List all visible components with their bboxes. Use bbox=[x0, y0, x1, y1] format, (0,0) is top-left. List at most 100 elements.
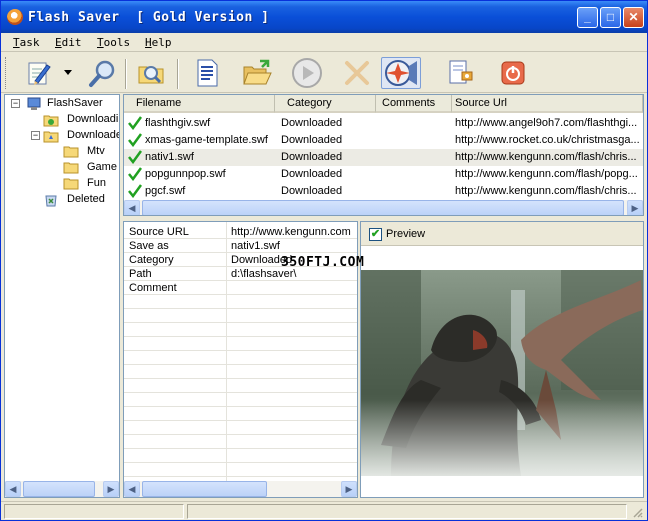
empty-row bbox=[124, 407, 357, 421]
tree-label-downloaded: Downloade bbox=[67, 129, 120, 141]
play-icon[interactable] bbox=[291, 57, 323, 89]
scroll-left-icon[interactable]: ◀ bbox=[5, 481, 21, 497]
minimize-button[interactable]: _ bbox=[577, 7, 598, 28]
property-key: Comment bbox=[129, 282, 177, 294]
check-icon bbox=[128, 133, 142, 147]
file-source-url: http://www.kengunn.com/flash/chris... bbox=[455, 185, 637, 197]
property-row[interactable]: Save as nativ1.swf bbox=[124, 239, 357, 253]
category-tree: − FlashSaver Downloadi − Downloade Mtv G… bbox=[4, 94, 120, 498]
status-bar bbox=[1, 501, 647, 520]
menu-help[interactable]: Help bbox=[145, 36, 172, 49]
exit-icon[interactable] bbox=[497, 57, 529, 89]
table-row[interactable]: flashthgiv.swf Downloaded http://www.ang… bbox=[124, 115, 643, 132]
toolbar-separator bbox=[177, 59, 179, 89]
empty-row bbox=[124, 449, 357, 463]
scroll-thumb[interactable] bbox=[142, 481, 267, 497]
file-list: Filename Category Comments Source Url fl… bbox=[123, 94, 644, 216]
scroll-thumb[interactable] bbox=[142, 200, 624, 215]
tree-label-game: Game bbox=[87, 161, 117, 173]
folder-icon bbox=[63, 145, 79, 158]
maximize-button[interactable]: □ bbox=[600, 7, 621, 28]
column-header-filename[interactable]: Filename bbox=[124, 95, 275, 113]
empty-row bbox=[124, 463, 357, 477]
file-name: popgunnpop.swf bbox=[145, 168, 226, 180]
table-row[interactable]: popgunnpop.swf Downloaded http://www.ken… bbox=[124, 166, 643, 183]
scroll-right-icon[interactable]: ▶ bbox=[627, 200, 643, 215]
property-key: Save as bbox=[129, 240, 169, 252]
tree-label-flashsaver: FlashSaver bbox=[47, 97, 103, 109]
empty-row bbox=[124, 365, 357, 379]
delete-icon[interactable] bbox=[341, 57, 373, 89]
menu-edit[interactable]: Edit bbox=[55, 36, 82, 49]
folder-icon bbox=[63, 161, 79, 174]
file-source-url: http://www.angel9oh7.com/flashthgi... bbox=[455, 117, 638, 129]
scroll-right-icon[interactable]: ▶ bbox=[103, 481, 119, 497]
table-row[interactable]: xmas-game-template.swf Downloaded http:/… bbox=[124, 132, 643, 149]
file-list-horizontal-scrollbar[interactable]: ◀ ▶ bbox=[124, 200, 643, 215]
column-header-category[interactable]: Category bbox=[275, 95, 376, 113]
recycle-bin-icon bbox=[43, 193, 59, 207]
property-value: nativ1.swf bbox=[231, 240, 280, 252]
empty-row bbox=[124, 309, 357, 323]
preview-checkbox[interactable]: ✔ bbox=[369, 228, 382, 241]
empty-row bbox=[124, 295, 357, 309]
computer-icon bbox=[27, 97, 43, 110]
status-pane bbox=[187, 504, 627, 519]
column-header-source-url[interactable]: Source Url bbox=[452, 95, 643, 113]
edit-icon[interactable] bbox=[23, 57, 55, 89]
empty-row bbox=[124, 351, 357, 365]
scroll-left-icon[interactable]: ◀ bbox=[124, 481, 140, 497]
app-window: Flash Saver [ Gold Version ] _ □ ✕ Task … bbox=[0, 0, 648, 521]
preview-panel: ✔ Preview bbox=[360, 221, 644, 498]
document-icon[interactable] bbox=[191, 57, 223, 89]
file-category: Downloaded bbox=[281, 134, 343, 146]
folder-icon bbox=[63, 177, 79, 190]
scroll-thumb[interactable] bbox=[23, 481, 95, 497]
file-source-url: http://www.kengunn.com/flash/popg... bbox=[455, 168, 638, 180]
find-folder-icon[interactable] bbox=[135, 57, 167, 89]
table-row-selected[interactable]: nativ1.swf Downloaded http://www.kengunn… bbox=[124, 149, 643, 166]
scroll-left-icon[interactable]: ◀ bbox=[124, 200, 140, 215]
properties-horizontal-scrollbar[interactable]: ◀ ▶ bbox=[124, 481, 357, 497]
resize-grip-icon[interactable] bbox=[631, 506, 643, 518]
column-header-comments[interactable]: Comments bbox=[376, 95, 452, 113]
scroll-right-icon[interactable]: ▶ bbox=[341, 481, 357, 497]
empty-row bbox=[124, 421, 357, 435]
settings-icon[interactable] bbox=[445, 57, 477, 89]
collapse-downloaded-toggle[interactable]: − bbox=[31, 131, 40, 140]
empty-row bbox=[124, 379, 357, 393]
toolbar-separator bbox=[125, 59, 127, 89]
table-row[interactable]: pgcf.swf Downloaded http://www.kengunn.c… bbox=[124, 183, 643, 200]
tree-horizontal-scrollbar[interactable]: ◀ ▶ bbox=[5, 481, 119, 497]
empty-row bbox=[124, 393, 357, 407]
open-folder-icon[interactable] bbox=[241, 57, 273, 89]
menu-bar: Task Edit Tools Help bbox=[1, 33, 647, 52]
file-category: Downloaded bbox=[281, 151, 343, 163]
watermark-text: 350FTJ.COM bbox=[281, 255, 365, 270]
app-logo-icon bbox=[7, 9, 23, 25]
empty-row bbox=[124, 435, 357, 449]
file-category: Downloaded bbox=[281, 185, 343, 197]
menu-tools[interactable]: Tools bbox=[97, 36, 130, 49]
collapse-root-toggle[interactable]: − bbox=[11, 99, 20, 108]
title-bar[interactable]: Flash Saver [ Gold Version ] _ □ ✕ bbox=[1, 1, 647, 33]
toolbar bbox=[1, 53, 647, 93]
file-name: pgcf.swf bbox=[145, 185, 186, 197]
file-source-url: http://www.rocket.co.uk/christmasga... bbox=[455, 134, 640, 146]
check-icon bbox=[128, 167, 142, 181]
close-button[interactable]: ✕ bbox=[623, 7, 644, 28]
property-row[interactable]: Source URL http://www.kengunn.com bbox=[124, 225, 357, 239]
toolbar-grip[interactable] bbox=[5, 57, 8, 89]
menu-task[interactable]: Task bbox=[13, 36, 40, 49]
file-name: xmas-game-template.swf bbox=[145, 134, 268, 146]
capture-icon[interactable] bbox=[381, 57, 421, 89]
preview-label: Preview bbox=[386, 228, 426, 240]
search-icon[interactable] bbox=[87, 57, 119, 89]
dropdown-arrow-icon[interactable] bbox=[61, 57, 75, 89]
file-name: nativ1.swf bbox=[145, 151, 194, 163]
check-icon bbox=[128, 150, 142, 164]
tree-label-mtv: Mtv bbox=[87, 145, 105, 157]
preview-header: ✔ Preview bbox=[361, 222, 643, 246]
status-pane bbox=[4, 504, 184, 519]
property-row[interactable]: Comment bbox=[124, 281, 357, 295]
